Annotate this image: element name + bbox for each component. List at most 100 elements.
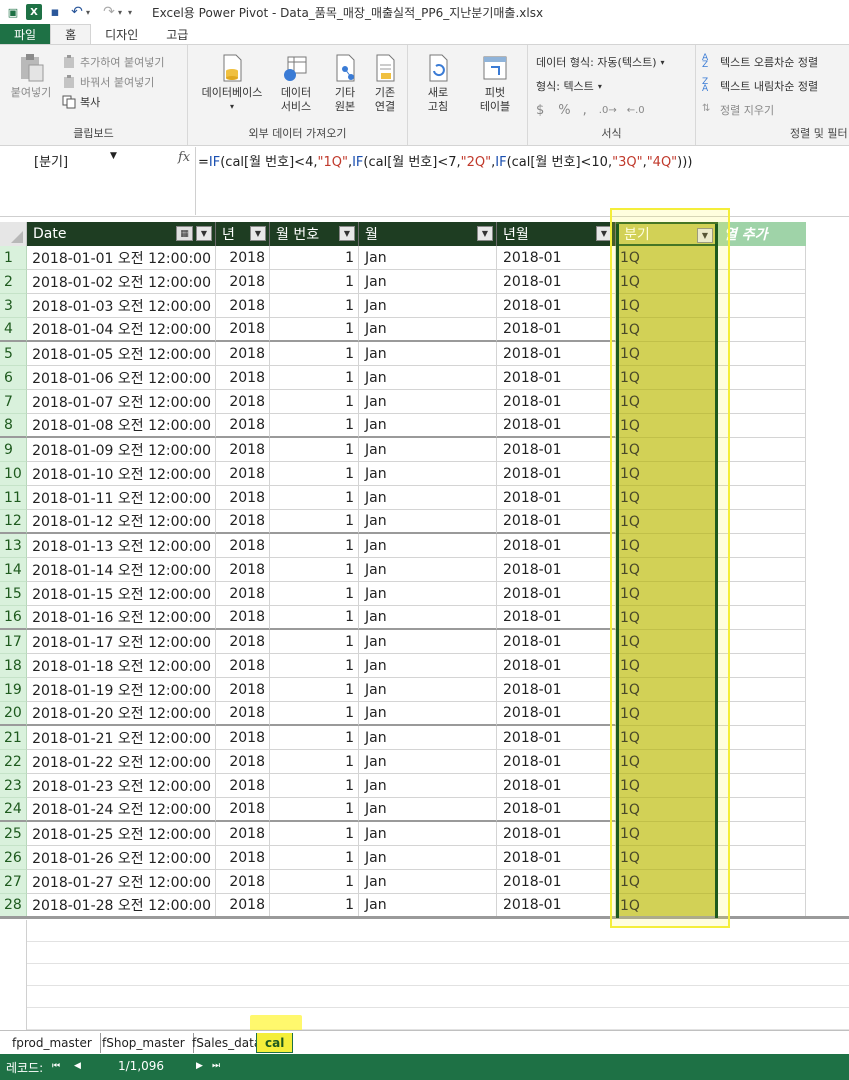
row-number[interactable]: 19 (0, 678, 27, 702)
row-number[interactable]: 27 (0, 870, 27, 894)
row-number[interactable]: 20 (0, 702, 27, 726)
cell-add-column[interactable] (718, 318, 806, 342)
cell-year-month[interactable]: 2018-01 (497, 318, 616, 342)
cell-year-month[interactable]: 2018-01 (497, 654, 616, 678)
refresh-button[interactable]: 새로 고침 (416, 53, 460, 114)
cell-add-column[interactable] (718, 894, 806, 918)
cell-date[interactable]: 2018-01-25 오전 12:00:00 (27, 822, 216, 846)
table-row[interactable]: 16 2018-01-16 오전 12:00:00 2018 1 Jan 2018-01 1… (0, 606, 849, 630)
last-record-icon[interactable]: ⏭ (212, 1061, 220, 1071)
cell-year-month[interactable]: 2018-01 (497, 774, 616, 798)
cell-add-column[interactable] (718, 750, 806, 774)
fx-icon[interactable]: fx (178, 150, 190, 165)
cell-month-number[interactable]: 1 (270, 726, 359, 750)
cell-year-month[interactable]: 2018-01 (497, 294, 616, 318)
cell-add-column[interactable] (718, 366, 806, 390)
cell-add-column[interactable] (718, 846, 806, 870)
table-row[interactable]: 12 2018-01-12 오전 12:00:00 2018 1 Jan 2018-01 1… (0, 510, 849, 534)
table-row[interactable]: 21 2018-01-21 오전 12:00:00 2018 1 Jan 2018-01 1… (0, 726, 849, 750)
cell-month-number[interactable]: 1 (270, 678, 359, 702)
cell-quarter[interactable]: 1Q (616, 246, 718, 270)
cell-add-column[interactable] (718, 702, 806, 726)
cell-year[interactable]: 2018 (216, 246, 270, 270)
cell-month[interactable]: Jan (359, 582, 497, 606)
cell-year[interactable]: 2018 (216, 774, 270, 798)
cell-month[interactable]: Jan (359, 678, 497, 702)
cell-quarter[interactable]: 1Q (616, 510, 718, 534)
table-row[interactable]: 27 2018-01-27 오전 12:00:00 2018 1 Jan 2018-01 1… (0, 870, 849, 894)
cell-year[interactable]: 2018 (216, 630, 270, 654)
cell-year[interactable]: 2018 (216, 582, 270, 606)
cell-month[interactable]: Jan (359, 246, 497, 270)
redo-icon[interactable]: ↷ (100, 3, 118, 21)
tab-design[interactable]: 디자인 (91, 24, 152, 44)
cell-date[interactable]: 2018-01-04 오전 12:00:00 (27, 318, 216, 342)
cell-add-column[interactable] (718, 582, 806, 606)
excel-logo-icon[interactable]: X (26, 4, 42, 20)
cell-add-column[interactable] (718, 270, 806, 294)
decrease-decimal-icon[interactable]: .0→ (599, 105, 617, 116)
cell-year-month[interactable]: 2018-01 (497, 486, 616, 510)
cell-month-number[interactable]: 1 (270, 558, 359, 582)
row-number[interactable]: 28 (0, 894, 27, 918)
cell-quarter[interactable]: 1Q (616, 846, 718, 870)
row-number[interactable]: 11 (0, 486, 27, 510)
cell-add-column[interactable] (718, 870, 806, 894)
cell-month-number[interactable]: 1 (270, 486, 359, 510)
cell-year-month[interactable]: 2018-01 (497, 270, 616, 294)
cell-month[interactable]: Jan (359, 774, 497, 798)
cell-quarter[interactable]: 1Q (616, 582, 718, 606)
format-dropdown[interactable]: 형식: 텍스트 ▾ (536, 77, 602, 95)
table-row[interactable]: 25 2018-01-25 오전 12:00:00 2018 1 Jan 2018-01 1… (0, 822, 849, 846)
paste-button[interactable]: 붙여넣기 (6, 53, 56, 100)
cell-month-number[interactable]: 1 (270, 438, 359, 462)
cell-quarter[interactable]: 1Q (616, 270, 718, 294)
cell-year-month[interactable]: 2018-01 (497, 366, 616, 390)
sheet-tab-cal[interactable]: cal (256, 1033, 294, 1053)
cell-month[interactable]: Jan (359, 390, 497, 414)
cell-date[interactable]: 2018-01-06 오전 12:00:00 (27, 366, 216, 390)
cell-quarter[interactable]: 1Q (616, 678, 718, 702)
sort-descending-button[interactable]: ZA 텍스트 내림차순 정렬 (702, 77, 818, 95)
cell-year[interactable]: 2018 (216, 678, 270, 702)
cell-month-number[interactable]: 1 (270, 390, 359, 414)
replace-paste-button[interactable]: 바꿔서 붙여넣기 (62, 73, 154, 91)
cell-date[interactable]: 2018-01-07 오전 12:00:00 (27, 390, 216, 414)
cell-date[interactable]: 2018-01-09 오전 12:00:00 (27, 438, 216, 462)
table-row[interactable]: 18 2018-01-18 오전 12:00:00 2018 1 Jan 2018-01 1… (0, 654, 849, 678)
cell-month[interactable]: Jan (359, 750, 497, 774)
cell-month-number[interactable]: 1 (270, 246, 359, 270)
cell-year-month[interactable]: 2018-01 (497, 894, 616, 918)
cell-date[interactable]: 2018-01-22 오전 12:00:00 (27, 750, 216, 774)
save-icon[interactable]: ▪ (46, 3, 64, 21)
select-all-corner[interactable] (0, 222, 27, 246)
pivot-table-button[interactable]: 피벗 테이블 (470, 53, 520, 114)
cell-add-column[interactable] (718, 342, 806, 366)
undo-dropdown-icon[interactable]: ▾ (86, 8, 96, 17)
table-row[interactable]: 11 2018-01-11 오전 12:00:00 2018 1 Jan 2018-01 1… (0, 486, 849, 510)
cell-date[interactable]: 2018-01-15 오전 12:00:00 (27, 582, 216, 606)
cell-add-column[interactable] (718, 630, 806, 654)
increase-decimal-icon[interactable]: ←.0 (627, 105, 645, 116)
cell-date[interactable]: 2018-01-24 오전 12:00:00 (27, 798, 216, 822)
cell-year-month[interactable]: 2018-01 (497, 798, 616, 822)
cell-month-number[interactable]: 1 (270, 702, 359, 726)
cell-year-month[interactable]: 2018-01 (497, 414, 616, 438)
cell-month[interactable]: Jan (359, 294, 497, 318)
percent-button[interactable]: % (558, 103, 570, 118)
cell-quarter[interactable]: 1Q (616, 366, 718, 390)
row-number[interactable]: 15 (0, 582, 27, 606)
sheet-tab-fshop-master[interactable]: fShop_master (94, 1033, 194, 1053)
cell-quarter[interactable]: 1Q (616, 558, 718, 582)
cell-date[interactable]: 2018-01-12 오전 12:00:00 (27, 510, 216, 534)
comma-button[interactable]: , (583, 103, 587, 118)
cell-quarter[interactable]: 1Q (616, 654, 718, 678)
name-box-dropdown-icon[interactable]: ▼ (110, 151, 117, 161)
table-row[interactable]: 23 2018-01-23 오전 12:00:00 2018 1 Jan 2018-01 1… (0, 774, 849, 798)
cell-year-month[interactable]: 2018-01 (497, 726, 616, 750)
row-number[interactable]: 4 (0, 318, 27, 342)
cell-month[interactable]: Jan (359, 366, 497, 390)
cell-month[interactable]: Jan (359, 870, 497, 894)
cell-quarter[interactable]: 1Q (616, 798, 718, 822)
column-header-month[interactable]: 월 ▼ (359, 222, 497, 246)
